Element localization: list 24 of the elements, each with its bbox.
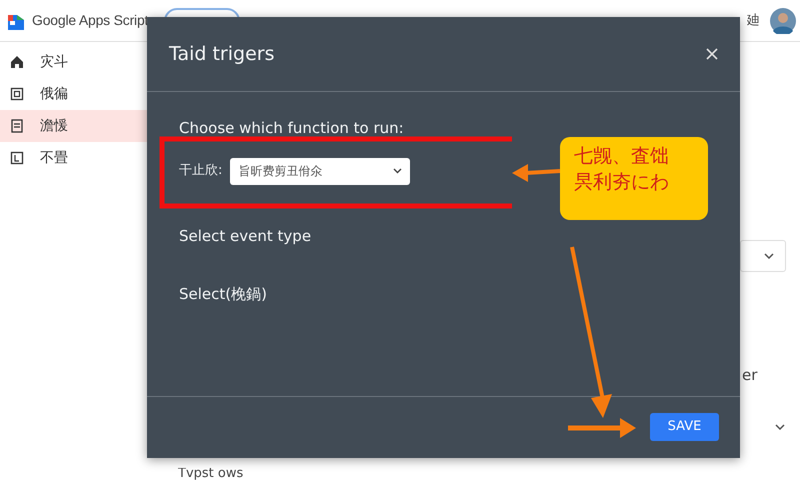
- save-button[interactable]: SAVE: [650, 412, 719, 440]
- square-icon: [10, 87, 24, 101]
- app-title: Google Apps Script: [32, 11, 148, 30]
- select-label: Select(梚鍋): [179, 284, 268, 305]
- header-text: 廸: [747, 12, 760, 30]
- event-type-label: Select event type: [179, 226, 312, 246]
- section-label: Choose which function to run:: [179, 118, 405, 139]
- frame-icon: [10, 151, 24, 165]
- background-text: er: [742, 365, 758, 386]
- sidebar-item[interactable]: 不畳: [0, 142, 160, 174]
- avatar-icon[interactable]: [770, 8, 796, 34]
- chevron-down-icon: [764, 253, 774, 259]
- sidebar-item[interactable]: 灾斗: [0, 46, 160, 78]
- home-icon: [10, 55, 24, 69]
- close-icon[interactable]: [706, 48, 718, 60]
- sidebar-item[interactable]: 俄徧: [0, 78, 160, 110]
- chevron-down-icon: [775, 424, 785, 430]
- callout-note: 七觊、査饳 昗利夯にわ: [560, 137, 708, 220]
- chevron-down-icon: [393, 168, 402, 174]
- arrow: [512, 164, 560, 182]
- dialog-title: Taid trigers: [169, 42, 274, 67]
- document-icon: [10, 119, 24, 133]
- function-select[interactable]: 旨昕费剪丑佾氽: [230, 158, 410, 184]
- field-label: 干止欣:: [179, 162, 222, 180]
